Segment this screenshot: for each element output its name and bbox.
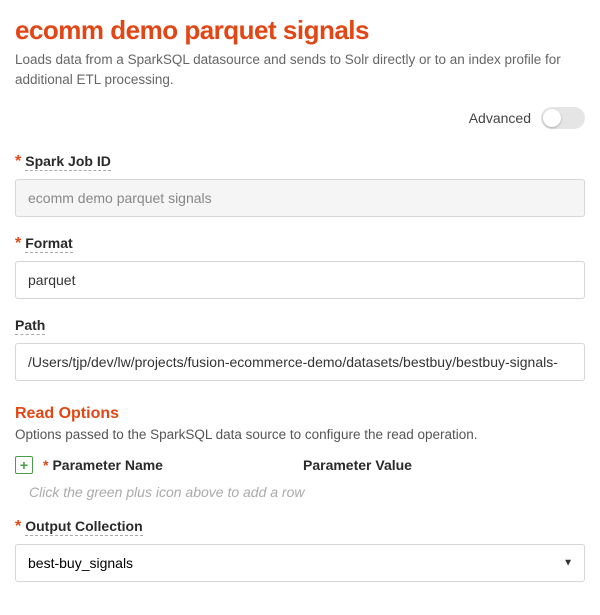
spark-job-id-input[interactable]: [15, 179, 585, 217]
required-marker: *: [15, 518, 21, 535]
param-name-header: *Parameter Name: [43, 457, 293, 473]
path-input[interactable]: [15, 343, 585, 381]
empty-row-hint: Click the green plus icon above to add a…: [29, 484, 585, 500]
format-input[interactable]: [15, 261, 585, 299]
required-marker: *: [43, 457, 48, 473]
advanced-label: Advanced: [469, 110, 531, 126]
field-format: *Format: [15, 235, 585, 299]
output-collection-select[interactable]: best-buy_signals: [15, 544, 585, 582]
read-options-heading: Read Options: [15, 405, 585, 423]
required-marker: *: [15, 235, 21, 252]
field-output-collection: *Output Collection best-buy_signals ▼: [15, 518, 585, 582]
page-subtitle: Loads data from a SparkSQL datasource an…: [15, 50, 585, 89]
param-header-row: + *Parameter Name Parameter Value: [15, 456, 585, 474]
path-label: Path: [15, 317, 45, 335]
output-collection-label: Output Collection: [25, 518, 142, 536]
param-value-header: Parameter Value: [303, 457, 585, 473]
read-options-description: Options passed to the SparkSQL data sour…: [15, 427, 585, 442]
spark-job-id-label: Spark Job ID: [25, 153, 111, 171]
advanced-toggle-row: Advanced: [15, 107, 585, 129]
field-spark-job-id: *Spark Job ID: [15, 153, 585, 217]
field-path: Path: [15, 317, 585, 381]
plus-icon: +: [20, 458, 28, 472]
add-row-button[interactable]: +: [15, 456, 33, 474]
required-marker: *: [15, 153, 21, 170]
page-title: ecomm demo parquet signals: [15, 15, 585, 46]
advanced-toggle[interactable]: [541, 107, 585, 129]
toggle-knob: [543, 109, 561, 127]
format-label: Format: [25, 235, 72, 253]
